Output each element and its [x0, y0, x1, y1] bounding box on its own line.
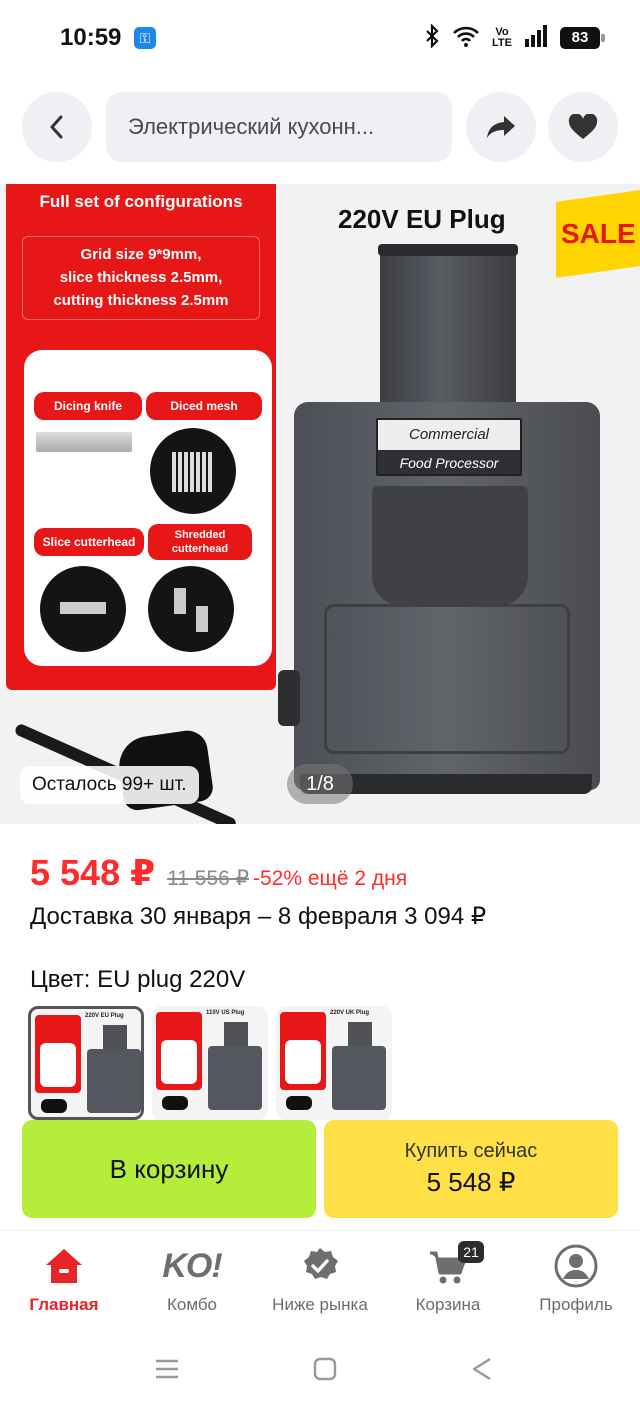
nav-home[interactable]: Главная — [0, 1243, 128, 1323]
nav-label: Главная — [29, 1295, 99, 1314]
nav-label: Профиль — [539, 1295, 613, 1314]
back-arrow-icon — [50, 115, 63, 139]
badge-check-icon — [256, 1243, 384, 1289]
menu-icon[interactable] — [154, 1358, 180, 1385]
add-to-cart-button[interactable]: В корзину — [22, 1120, 316, 1218]
home-square-icon[interactable] — [313, 1357, 337, 1386]
nav-label: Ниже рынка — [272, 1295, 368, 1314]
share-button[interactable] — [466, 92, 536, 162]
panel-title: Full set of configurations — [39, 192, 243, 211]
delivery-info[interactable]: Доставка 30 января – 8 февраля 3 094 ₽ — [30, 902, 486, 931]
profile-icon — [512, 1243, 640, 1289]
share-icon — [487, 116, 515, 138]
part-label: Slice cutterhead — [34, 528, 144, 556]
cart-icon — [384, 1243, 512, 1289]
color-option-eu[interactable]: 220V EU Plug — [28, 1006, 144, 1120]
discount-text: -52% ещё 2 дня — [253, 867, 408, 890]
product-gallery[interactable]: Full set of configurations Grid size 9*9… — [0, 184, 640, 824]
color-option-us[interactable]: 110V US Plug — [152, 1006, 268, 1120]
back-button[interactable] — [22, 92, 92, 162]
nav-below-market[interactable]: Ниже рынка — [256, 1243, 384, 1323]
battery-icon: 83 — [560, 27, 605, 49]
shredded-cutterhead-image — [148, 566, 234, 652]
spec-line: Grid size 9*9mm, — [80, 246, 202, 263]
cart-count-badge: 21 — [458, 1241, 484, 1263]
nav-combo[interactable]: KO! Комбо — [128, 1243, 256, 1323]
header: Электрический кухонн... — [0, 90, 640, 166]
price-row: 5 548 ₽ 11 556 ₽ -52% ещё 2 дня — [30, 852, 408, 893]
heart-icon — [568, 114, 598, 139]
image-counter: 1/8 — [287, 764, 353, 804]
vpn-key-icon: ⚿ — [134, 27, 156, 49]
color-option-uk[interactable]: 220V UK Plug — [276, 1006, 392, 1120]
plug-title: 220V EU Plug — [338, 204, 506, 234]
label-plate: Commercial Food Processor — [376, 418, 522, 476]
label-line-1: Commercial — [378, 420, 520, 450]
feed-tube-image — [378, 244, 518, 418]
part-label: Shredded cutterhead — [148, 524, 252, 560]
spec-line: slice thickness 2.5mm, — [59, 269, 223, 286]
buy-now-label: Купить сейчас — [404, 1140, 538, 1162]
thumb-title: 110V US Plug — [206, 1010, 245, 1016]
dicing-knife-image — [36, 432, 132, 452]
wifi-icon — [452, 25, 480, 52]
output-chute-image — [372, 486, 528, 606]
nav-label: Корзина — [415, 1295, 481, 1314]
favorite-button[interactable] — [548, 92, 618, 162]
status-time: 10:59 — [60, 24, 122, 51]
status-icons: Vo LTE 83 — [424, 22, 605, 53]
parts-card: Dicing knife Diced mesh Slice cutterhead… — [24, 350, 272, 666]
spec-box: Grid size 9*9mm, slice thickness 2.5mm, … — [22, 236, 260, 320]
signal-icon — [524, 24, 548, 52]
home-icon — [0, 1243, 128, 1289]
status-bar: 10:59 ⚿ Vo LTE 83 — [0, 0, 640, 80]
ko-logo-icon: KO! — [128, 1243, 256, 1289]
system-nav-bar — [0, 1328, 640, 1408]
part-label: Dicing knife — [34, 392, 142, 420]
thumb-title: 220V UK Plug — [330, 1010, 370, 1016]
back-triangle-icon[interactable] — [470, 1357, 494, 1386]
volte-icon: Vo LTE — [492, 26, 512, 49]
spec-line: cutting thickness 2.5mm — [53, 292, 229, 309]
part-label: Diced mesh — [146, 392, 262, 420]
label-line-2: Food Processor — [378, 450, 520, 474]
sale-tag: SALE — [556, 190, 640, 278]
diced-mesh-image — [150, 428, 236, 514]
thumb-title: 220V EU Plug — [85, 1013, 124, 1019]
nav-cart[interactable]: 21 Корзина — [384, 1241, 512, 1323]
bottom-nav: Главная KO! Комбо Ниже рынка 21 Корзина … — [0, 1230, 640, 1326]
nav-profile[interactable]: Профиль — [512, 1243, 640, 1323]
slice-cutterhead-image — [40, 566, 126, 652]
color-label: Цвет: EU plug 220V — [30, 966, 246, 993]
bluetooth-icon — [424, 22, 440, 53]
old-price: 11 556 ₽ — [167, 867, 250, 890]
buy-now-button[interactable]: Купить сейчас 5 548 ₽ — [324, 1120, 618, 1218]
sale-text: SALE — [560, 218, 636, 249]
ko-logo-text: KO! — [162, 1246, 222, 1285]
configuration-panel: Full set of configurations Grid size 9*9… — [6, 184, 276, 690]
stock-badge: Осталось 99+ шт. — [20, 766, 199, 804]
nav-label: Комбо — [166, 1295, 218, 1314]
current-price: 5 548 ₽ — [30, 852, 156, 893]
search-field[interactable]: Электрический кухонн... — [106, 92, 452, 162]
base-panel-image — [324, 604, 570, 754]
buy-now-price: 5 548 ₽ — [426, 1167, 516, 1197]
side-switch-image — [278, 670, 300, 726]
